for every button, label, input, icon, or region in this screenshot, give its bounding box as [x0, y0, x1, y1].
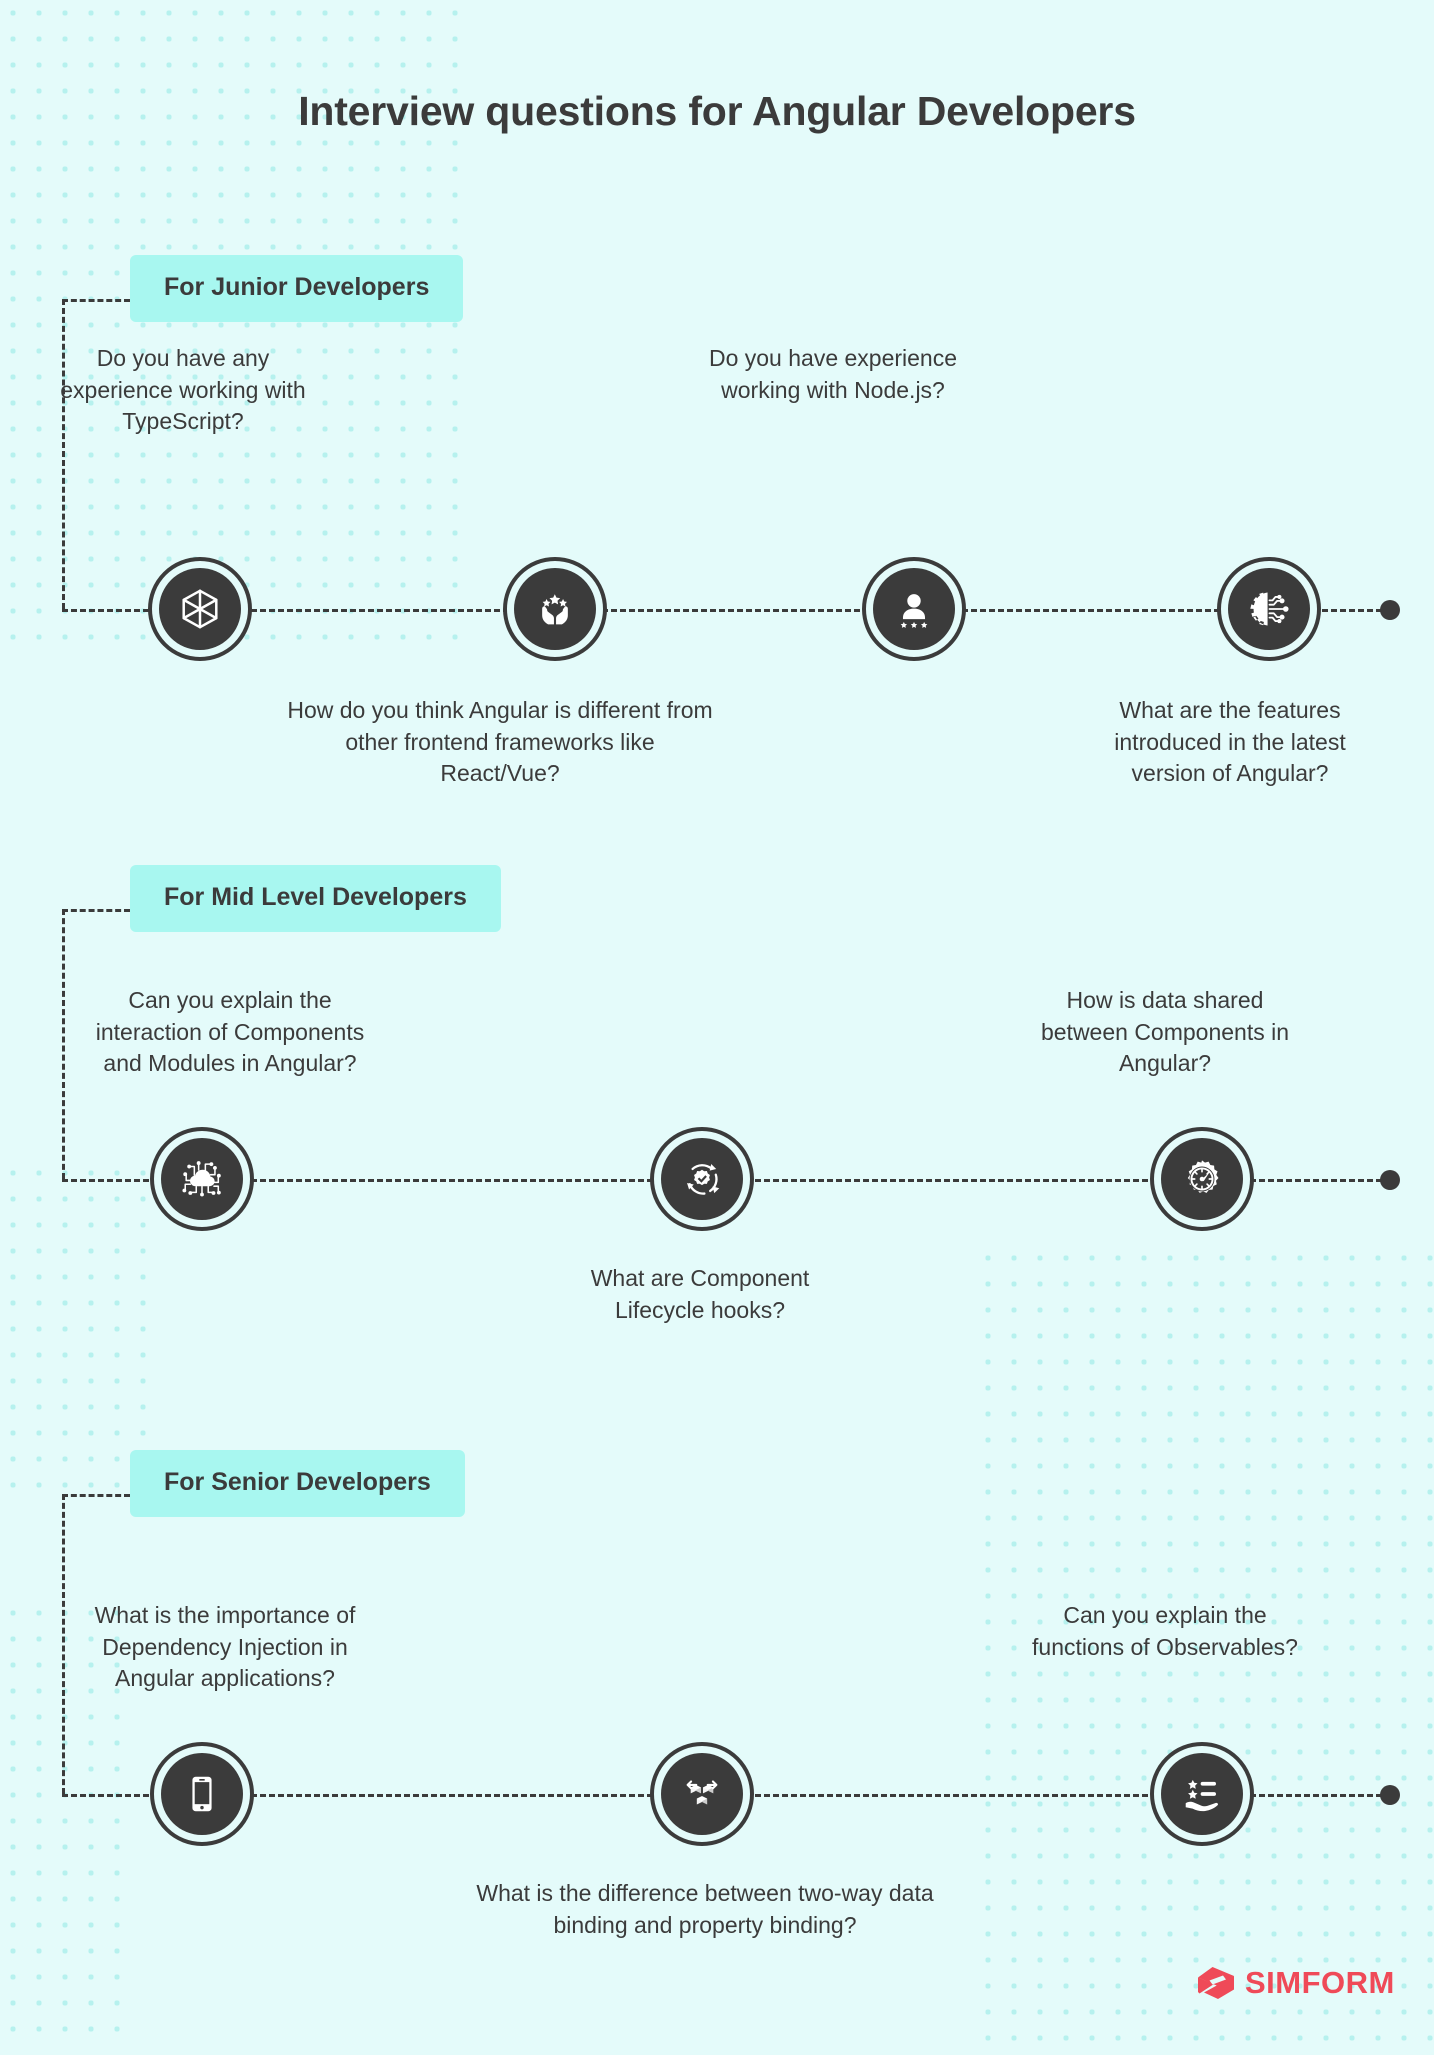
gauge-gear-icon — [1161, 1138, 1243, 1220]
bracket-stub-mid — [62, 909, 130, 912]
timeline-node-junior-1[interactable] — [148, 557, 252, 661]
badge-mid-level-developers: For Mid Level Developers — [130, 865, 501, 932]
badge-junior-developers: For Junior Developers — [130, 255, 464, 322]
question-caption-junior-4: What are the features introduced in the … — [1114, 697, 1346, 787]
person-stars-icon — [873, 568, 955, 650]
question-caption-mid-3: How is data shared between Components in… — [1040, 987, 1290, 1077]
timeline-rail-junior — [62, 609, 1382, 612]
timeline-node-mid-1[interactable] — [150, 1127, 254, 1231]
simform-wordmark: SIMFORM — [1245, 1965, 1395, 2000]
timeline-node-senior-1[interactable] — [150, 1742, 254, 1846]
simform-logo[interactable]: SIMFORM — [1196, 1963, 1395, 2003]
question-caption-junior-1: Do you have any experience working with … — [60, 345, 306, 435]
bracket-stub-junior — [62, 299, 130, 302]
timeline-node-senior-3[interactable] — [1150, 1742, 1254, 1846]
timeline-end-dot-junior — [1380, 600, 1400, 620]
cloud-network-icon — [161, 1138, 243, 1220]
timeline-node-mid-2[interactable] — [650, 1127, 754, 1231]
timeline-end-dot-senior — [1380, 1785, 1400, 1805]
bracket-vertical-mid — [62, 909, 65, 1179]
timeline-node-junior-2[interactable] — [503, 557, 607, 661]
question-caption-mid-1: Can you explain the interaction of Compo… — [95, 987, 365, 1077]
question-caption-senior-1: What is the importance of Dependency Inj… — [94, 1602, 356, 1692]
badge-senior-developers: For Senior Developers — [130, 1450, 465, 1517]
section-junior-developers: For Junior Developers Do you have any ex… — [0, 255, 1434, 815]
bracket-vertical-senior — [62, 1494, 65, 1794]
lifecycle-check-icon — [661, 1138, 743, 1220]
hand-star-list-icon — [1161, 1753, 1243, 1835]
cube-wireframe-icon — [159, 568, 241, 650]
hands-stars-icon — [514, 568, 596, 650]
section-mid-level-developers: For Mid Level Developers Can you explain… — [0, 865, 1434, 1385]
section-senior-developers: For Senior Developers What is the import… — [0, 1450, 1434, 2010]
timeline-end-dot-mid — [1380, 1170, 1400, 1190]
timeline-node-junior-3[interactable] — [862, 557, 966, 661]
cubes-arrows-icon — [661, 1753, 743, 1835]
page-title: Interview questions for Angular Develope… — [298, 88, 1136, 134]
question-caption-senior-3: Can you explain the functions of Observa… — [1032, 1602, 1298, 1660]
timeline-node-mid-3[interactable] — [1150, 1127, 1254, 1231]
question-caption-senior-2: What is the difference between two-way d… — [476, 1880, 934, 1938]
question-caption-mid-2: What are Component Lifecycle hooks? — [590, 1265, 810, 1323]
question-caption-junior-3: Do you have experience working with Node… — [708, 345, 958, 403]
simform-s-mark-icon — [1196, 1963, 1236, 2003]
timeline-node-senior-2[interactable] — [650, 1742, 754, 1846]
smartphone-icon — [161, 1753, 243, 1835]
gear-circuit-icon — [1228, 568, 1310, 650]
timeline-node-junior-4[interactable] — [1217, 557, 1321, 661]
bracket-stub-senior — [62, 1494, 130, 1497]
question-caption-junior-2: How do you think Angular is different fr… — [287, 697, 713, 787]
